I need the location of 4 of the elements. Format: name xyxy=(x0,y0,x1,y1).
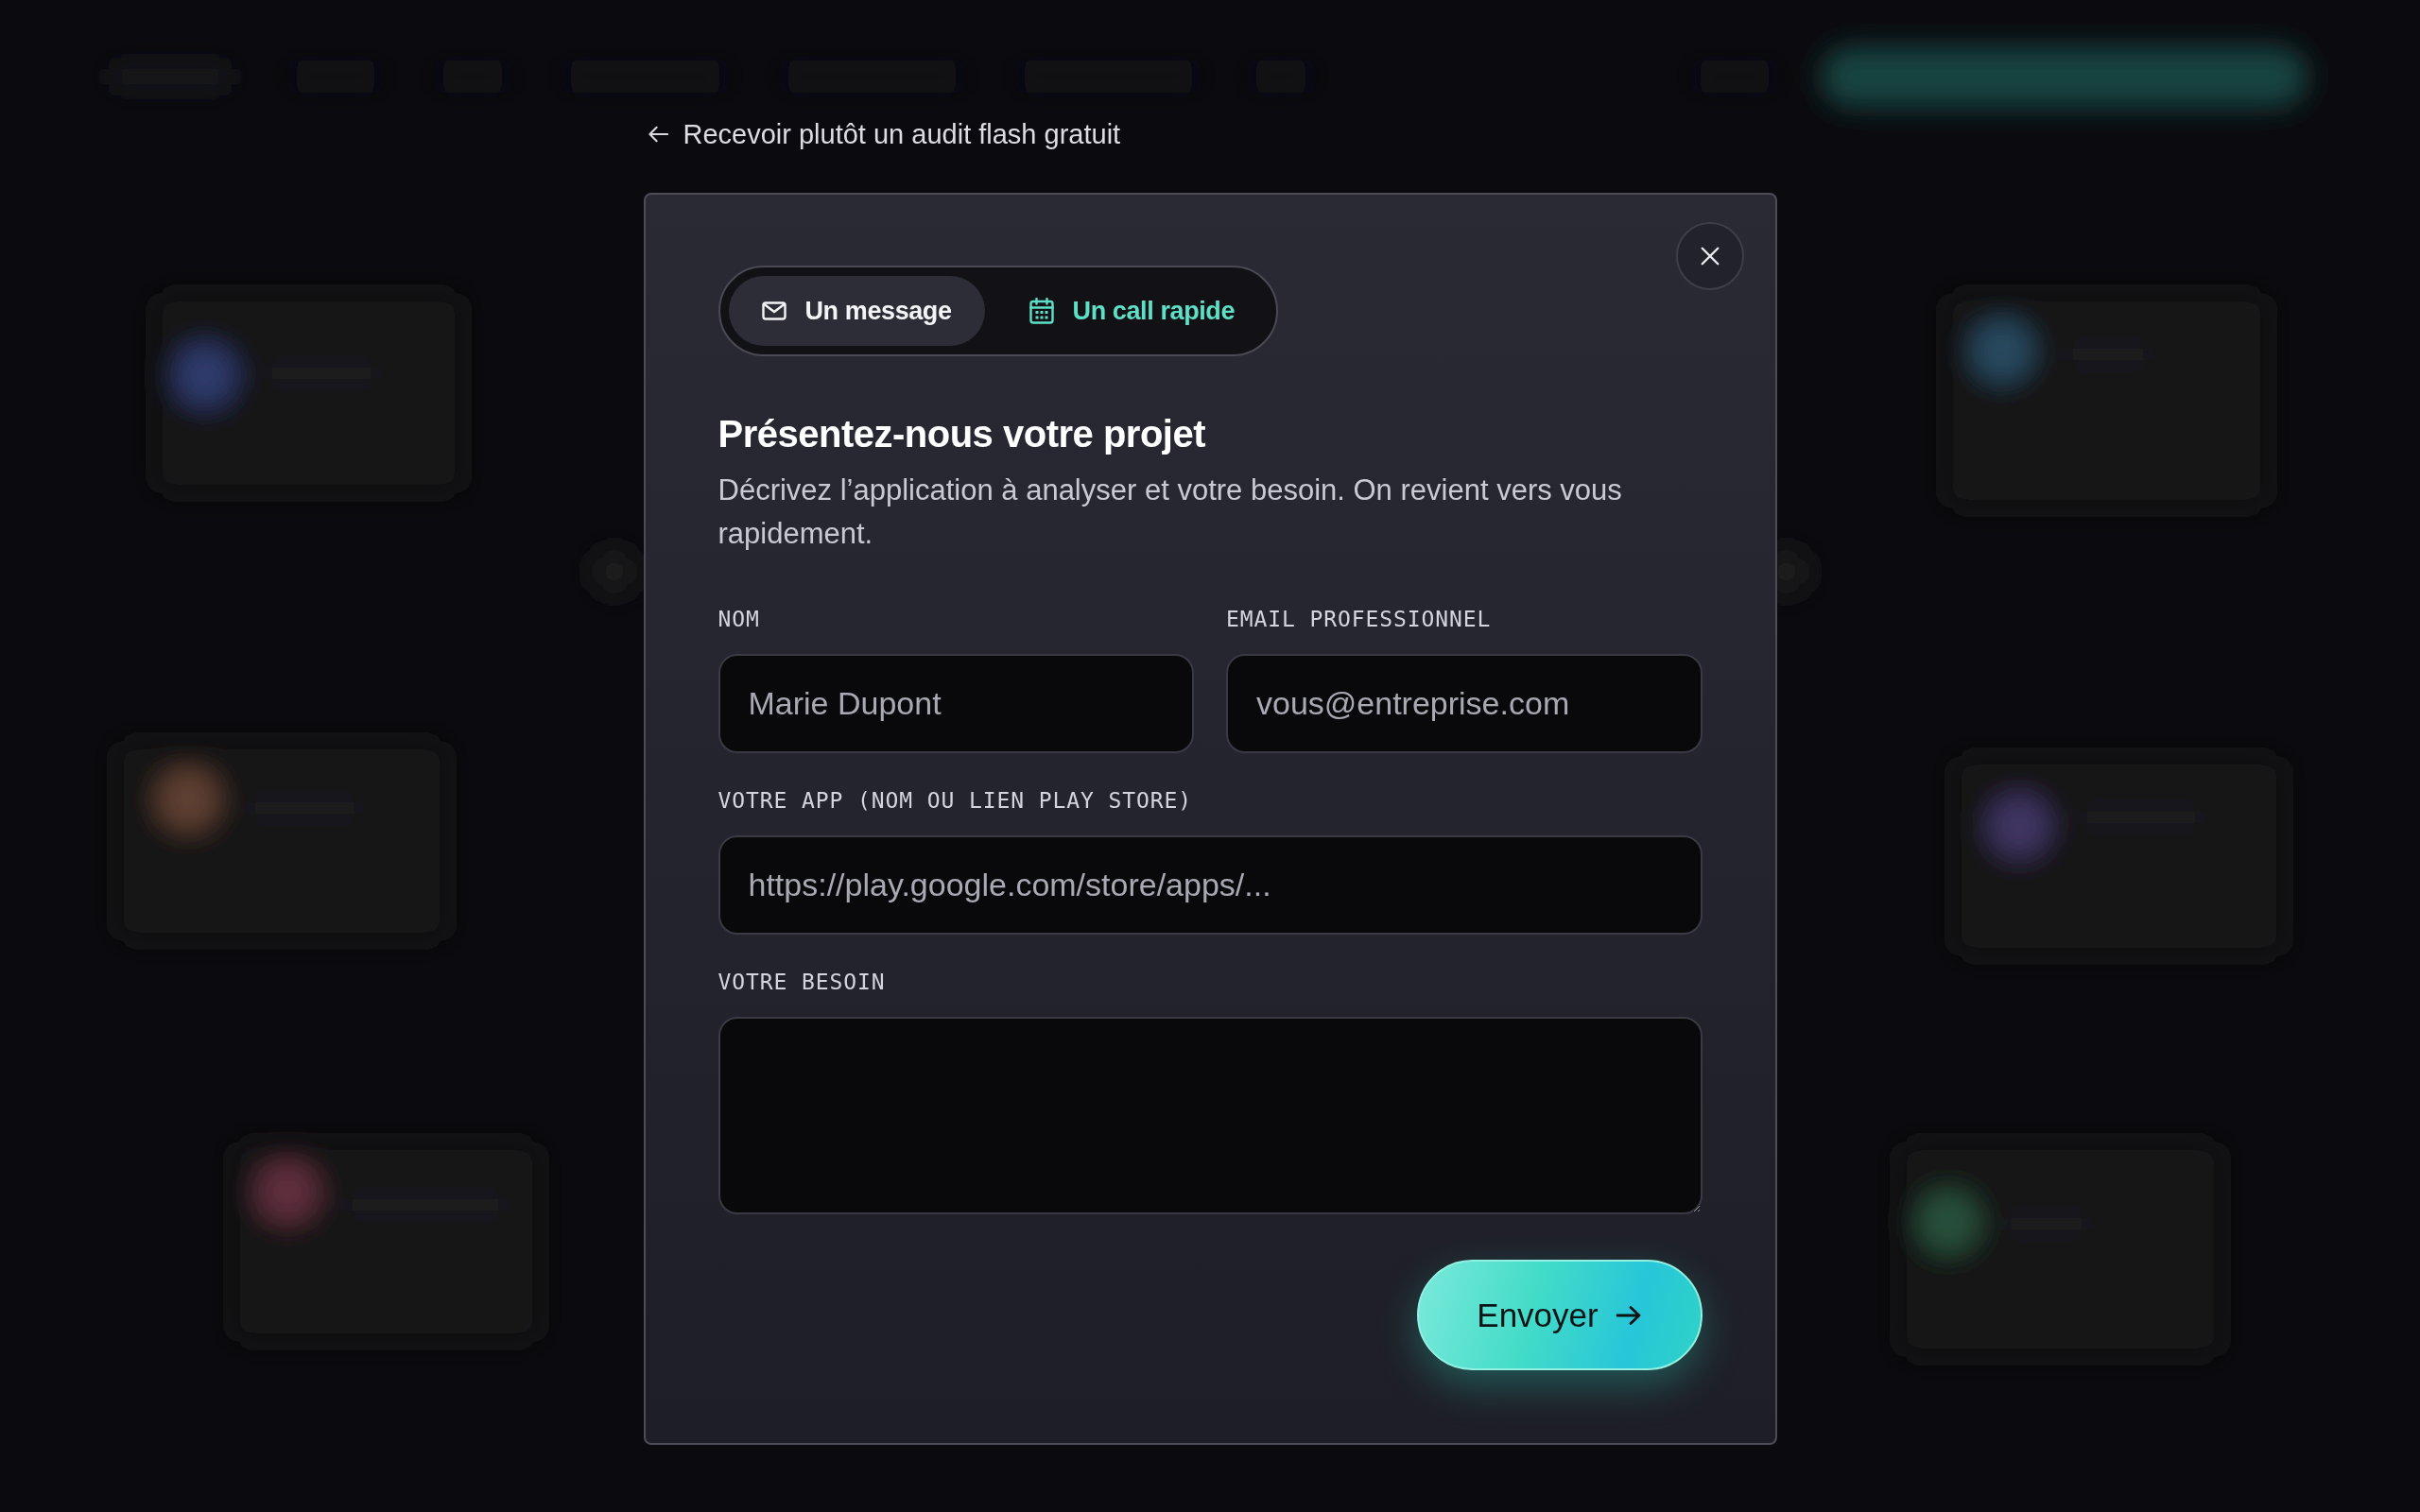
field-label: EMAIL PROFESSIONNEL xyxy=(1226,606,1493,632)
field-label: VOTRE BESOIN xyxy=(717,969,887,995)
field-label: VOTRE APP (NOM OU LIEN PLAY STORE) xyxy=(717,787,1193,814)
field-label: NOM xyxy=(717,606,761,632)
